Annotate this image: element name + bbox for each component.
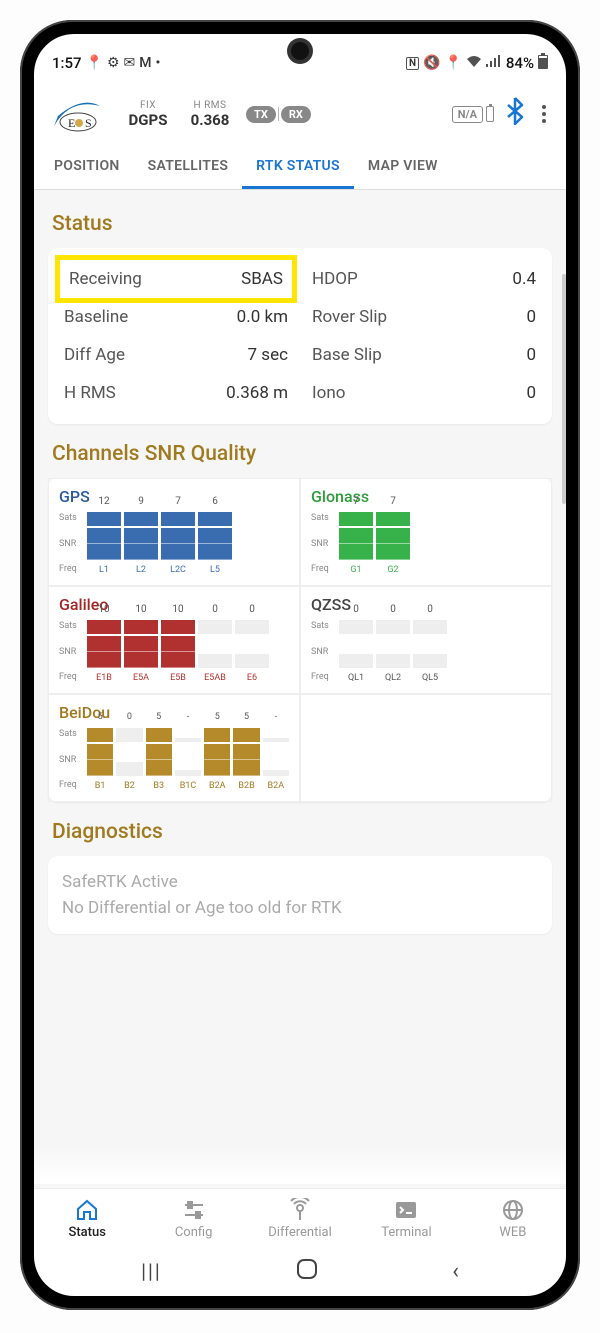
home-button[interactable] [296, 1258, 318, 1284]
bluetooth-icon[interactable] [504, 97, 526, 132]
diag-line2: No Differential or Age too old for RTK [62, 898, 538, 918]
row-iono: Iono 0 [308, 374, 540, 412]
signal-icon [486, 55, 502, 71]
nav-status[interactable]: Status [34, 1197, 140, 1240]
tx-rx-pills: TX RX [246, 106, 311, 123]
diag-line1: SafeRTK Active [62, 872, 538, 892]
status-card: Receiving SBAS HDOP 0.4 Baseline 0.0 km … [48, 248, 552, 424]
more-dot-icon: • [156, 55, 161, 71]
row-base-slip: Base Slip 0 [308, 336, 540, 374]
home-icon [74, 1197, 100, 1223]
snr-section-title: Channels SNR Quality [52, 442, 548, 466]
clock: 1:57 [52, 54, 82, 72]
wifi-icon [466, 55, 482, 71]
snr-gps: GPSSats12976SNRFreqL1L2L2CL5 [48, 478, 300, 586]
content-scroll[interactable]: Status Receiving SBAS HDOP 0.4 Baseline … [34, 190, 566, 1188]
rx-pill: RX [281, 106, 311, 123]
snr-card: GPSSats12976SNRFreqL1L2L2CL5GlonassSats7… [48, 478, 552, 802]
snr-empty [300, 694, 552, 802]
svg-text:E: E [68, 116, 75, 130]
recents-button[interactable]: ||| [141, 1259, 162, 1283]
svg-text:S: S [85, 116, 92, 130]
nav-web[interactable]: WEB [460, 1197, 566, 1240]
bottom-nav: Status Config Differential Terminal [34, 1188, 566, 1246]
snr-qzss-title: QZSS [311, 595, 541, 614]
eos-logo: E S [48, 92, 112, 136]
row-rover-slip: Rover Slip 0 [308, 298, 540, 336]
device-battery-icon [486, 106, 494, 122]
android-nav-bar: ||| ‹ [34, 1246, 566, 1296]
back-button[interactable]: ‹ [452, 1259, 459, 1284]
gmail-icon: M [139, 55, 151, 71]
tab-map-view[interactable]: MAP VIEW [354, 146, 452, 189]
snr-glonass: GlonassSats77SNRFreqG1G2 [300, 478, 552, 586]
fix-metric: FIX DGPS [122, 100, 174, 129]
hrms-metric: H RMS 0.368 [184, 100, 236, 129]
snr-beidou: BeiDouSats505-55-SNRFreqB1B2B3B1CB2AB2BB… [48, 694, 300, 802]
mute-icon: 🔇 [423, 55, 440, 71]
mail-icon: ✉ [124, 55, 136, 71]
gear-icon: ⚙ [107, 55, 120, 71]
tab-position[interactable]: POSITION [40, 146, 134, 189]
terminal-icon [393, 1197, 419, 1223]
diagnostics-card: SafeRTK Active No Differential or Age to… [48, 856, 552, 934]
snr-qzss: QZSSSats000SNRFreqQL1QL2QL5 [300, 586, 552, 694]
overflow-menu-button[interactable] [536, 105, 552, 123]
app-header: E S FIX DGPS H RMS 0.368 TX RX N/A [34, 86, 566, 146]
tx-pill: TX [246, 106, 276, 123]
scroll-indicator [562, 274, 566, 504]
snr-gps-title: GPS [59, 487, 289, 506]
battery-pct: 84% [506, 54, 534, 72]
diagnostics-section-title: Diagnostics [52, 820, 548, 844]
antenna-icon [287, 1197, 313, 1223]
device-battery: N/A [452, 106, 494, 123]
snr-glonass-title: Glonass [311, 487, 541, 506]
globe-icon [500, 1197, 526, 1223]
snr-beidou-title: BeiDou [59, 703, 289, 722]
sliders-icon [181, 1197, 207, 1223]
battery-icon [538, 53, 548, 73]
nav-differential[interactable]: Differential [247, 1197, 353, 1240]
top-tabs: POSITION SATELLITES RTK STATUS MAP VIEW [34, 146, 566, 190]
tab-rtk-status[interactable]: RTK STATUS [242, 146, 354, 189]
location-icon: 📍 [86, 55, 103, 71]
location-icon-2: 📍 [444, 55, 461, 71]
row-baseline: Baseline 0.0 km [60, 298, 292, 336]
row-hdop: HDOP 0.4 [308, 260, 540, 298]
nav-terminal[interactable]: Terminal [353, 1197, 459, 1240]
row-hrms: H RMS 0.368 m [60, 374, 292, 412]
row-receiving: Receiving SBAS [55, 255, 297, 303]
nfc-icon: N [406, 57, 419, 70]
row-diff-age: Diff Age 7 sec [60, 336, 292, 374]
tab-satellites[interactable]: SATELLITES [134, 146, 243, 189]
nav-config[interactable]: Config [140, 1197, 246, 1240]
status-section-title: Status [52, 212, 548, 236]
snr-galileo: GalileoSats10101000SNRFreqE1BE5AE5BE5ABE… [48, 586, 300, 694]
